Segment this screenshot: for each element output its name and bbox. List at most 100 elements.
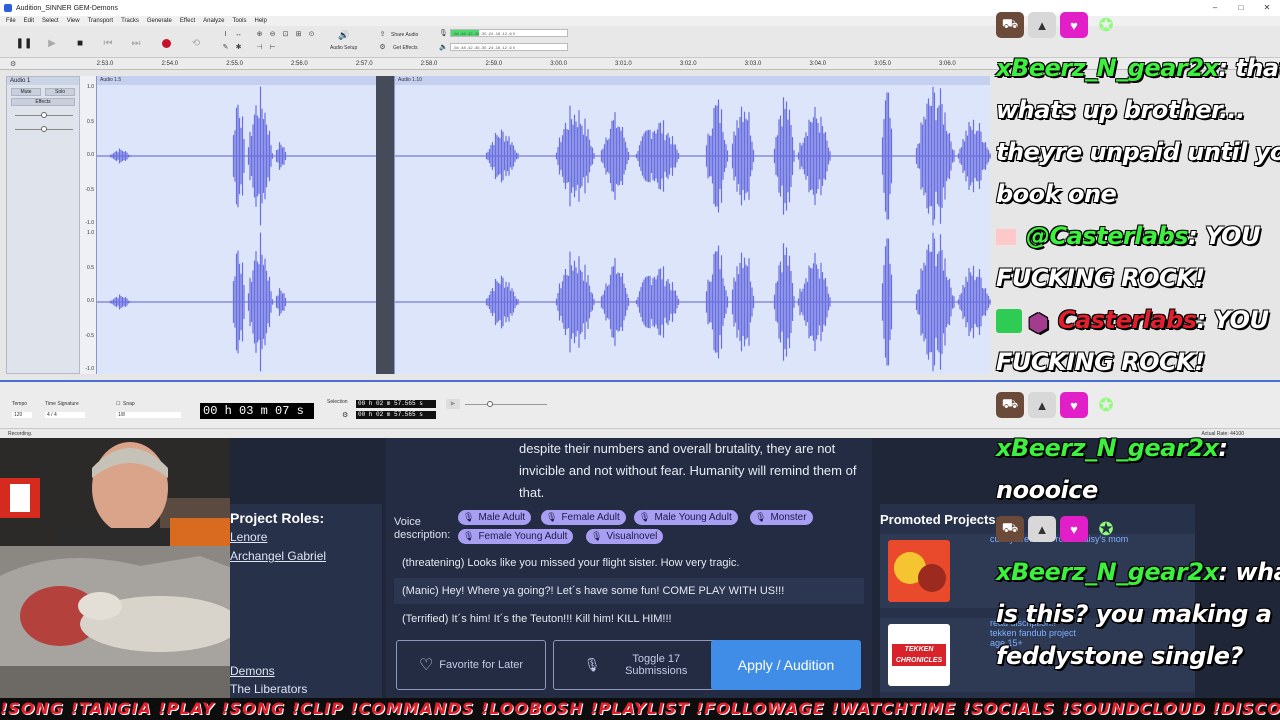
pause-icon: ❚❚: [15, 37, 33, 49]
toggle-submissions-button[interactable]: 🎙 Toggle 17 Submissions: [553, 640, 727, 690]
zoom-toggle-icon[interactable]: ⊙: [306, 29, 317, 40]
project-roles-panel: Project Roles: Lenore Archangel Gabriel …: [230, 504, 382, 700]
close-button[interactable]: ✕: [1254, 0, 1280, 16]
role-link-lenore[interactable]: Lenore: [230, 530, 267, 544]
tag-male-young-adult[interactable]: 🎙 Male Young Adult: [634, 510, 738, 525]
tag-male-adult[interactable]: 🎙 Male Adult: [458, 510, 532, 525]
menu-effect[interactable]: Effect: [180, 16, 195, 26]
envelope-tool-icon[interactable]: ↔: [233, 29, 244, 40]
silence-icon[interactable]: ⊢: [267, 42, 278, 53]
record-meter[interactable]: -54 -48 -42 -36 -30 -24 -18 -12 -6 0: [450, 29, 568, 37]
waveform-clip-1: [97, 86, 377, 372]
audio-clip-1[interactable]: Audio 1.5: [96, 76, 377, 374]
maximize-button[interactable]: □: [1228, 0, 1254, 16]
fit-selection-icon[interactable]: ⊡: [280, 29, 291, 40]
chat-line-1: xBeerz_N_gear2x: thats: [996, 54, 1280, 82]
skip-end-icon: ⏭: [131, 37, 141, 49]
mute-button[interactable]: Mute: [11, 88, 41, 96]
apply-audition-button[interactable]: Apply / Audition: [711, 640, 861, 690]
speaker-icon[interactable]: 🔊: [338, 30, 349, 41]
selection-end-field[interactable]: 00 h 02 m 57.565 s: [356, 411, 436, 419]
menu-file[interactable]: File: [6, 16, 16, 26]
menu-tracks[interactable]: Tracks: [121, 16, 139, 26]
track-control-panel[interactable]: Audio 1 Mute Solo Effects: [6, 76, 80, 374]
mic-icon: 🎙: [583, 657, 601, 672]
chat-badges-mid: ⛟ ▲ ♥ ✪: [996, 392, 1120, 418]
tempo-field[interactable]: 120: [12, 412, 33, 418]
role-link-demons[interactable]: Demons: [230, 664, 275, 678]
solo-button[interactable]: Solo: [45, 88, 75, 96]
play-speed-slider[interactable]: [465, 404, 547, 405]
tag-female-adult[interactable]: 🎙 Female Adult: [541, 510, 626, 525]
menu-analyze[interactable]: Analyze: [203, 16, 224, 26]
ticker-text: !SONG !TANGIA !PLAY !SONG !CLIP !COMMAND…: [0, 699, 1280, 718]
pan-slider-thumb[interactable]: [41, 126, 47, 132]
minimize-button[interactable]: –: [1202, 0, 1228, 16]
play-at-speed-button[interactable]: ▶: [446, 399, 460, 409]
play-button[interactable]: ▶: [40, 32, 64, 54]
chat-username: Casterlabs: [1058, 306, 1197, 334]
fit-project-icon[interactable]: ⊞: [293, 29, 304, 40]
effects-icon[interactable]: ⚙: [377, 42, 388, 53]
loop-button[interactable]: ⟲: [184, 32, 208, 54]
menu-tools[interactable]: Tools: [232, 16, 246, 26]
tag-label: Monster: [770, 512, 807, 523]
time-display[interactable]: 00 h 03 m 07 s: [200, 403, 314, 419]
triangle-icon: ▲: [1028, 516, 1056, 542]
role-link-gabriel[interactable]: Archangel Gabriel: [230, 549, 326, 563]
skip-start-button[interactable]: ⏮: [96, 32, 120, 54]
heart-gem-icon: ♥: [1060, 392, 1088, 418]
audio-setup-label[interactable]: Audio Setup: [330, 45, 357, 51]
app-icon: [4, 4, 12, 12]
twitch-icon: ✪: [1098, 518, 1114, 539]
record-button[interactable]: [154, 32, 178, 54]
zoom-in-icon[interactable]: ⊕: [254, 29, 265, 40]
trim-icon[interactable]: ⊣: [254, 42, 265, 53]
role-link-liberators[interactable]: The Liberators: [230, 682, 307, 696]
ruler-settings-icon[interactable]: ⚙: [10, 60, 16, 68]
selection-start-field[interactable]: 00 h 02 m 57.565 s: [356, 400, 436, 408]
share-icon[interactable]: ⇪: [377, 29, 388, 40]
tag-monster[interactable]: 🎙 Monster: [750, 510, 813, 525]
menu-transport[interactable]: Transport: [88, 16, 113, 26]
tag-female-young-adult[interactable]: 🎙 Female Young Adult: [458, 529, 574, 544]
sample-line-2: (Manic) Hey! Where ya going?! Let´s have…: [394, 578, 864, 604]
favorite-button[interactable]: ♡ Favorite for Later: [396, 640, 546, 690]
track-name[interactable]: Audio 1: [7, 77, 79, 85]
snap-select[interactable]: 1/8: [116, 412, 181, 418]
chat-line-8: FUCKING ROCK!: [996, 348, 1205, 376]
menu-help[interactable]: Help: [254, 16, 266, 26]
time-signature-field[interactable]: 4 / 4: [45, 412, 85, 418]
command-ticker: !SONG !TANGIA !PLAY !SONG !CLIP !COMMAND…: [0, 698, 1280, 720]
selection-settings-icon[interactable]: ⚙: [342, 411, 348, 419]
selection-label: Selection: [327, 399, 348, 405]
ruler-tick: 3:05.0: [874, 61, 891, 67]
skip-end-button[interactable]: ⏭: [124, 32, 148, 54]
effects-button[interactable]: Effects: [11, 98, 75, 106]
pause-button[interactable]: ❚❚: [12, 32, 36, 54]
snap-checkbox[interactable]: ☐: [116, 401, 120, 407]
playback-meter[interactable]: -54 -48 -42 -36 -30 -24 -18 -12 -6 0: [450, 43, 568, 51]
get-effects-button[interactable]: Get Effects: [393, 45, 418, 51]
share-audio-button[interactable]: Share Audio: [391, 32, 418, 38]
promo-thumbnail-1: [888, 540, 950, 602]
draw-tool-icon[interactable]: ✎: [220, 42, 231, 53]
audio-clip-2[interactable]: Audio 1.10: [394, 76, 991, 374]
triangle-icon: ▲: [1028, 12, 1056, 38]
menu-select[interactable]: Select: [42, 16, 59, 26]
stop-button[interactable]: ■: [68, 32, 92, 54]
scale-label: 0.5: [87, 265, 94, 271]
chat-badges-top: ⛟ ▲ ♥ ✪: [996, 12, 1120, 38]
menu-edit[interactable]: Edit: [24, 16, 34, 26]
select-tool-icon[interactable]: I: [220, 29, 231, 40]
zoom-out-icon[interactable]: ⊖: [267, 29, 278, 40]
gain-slider-thumb[interactable]: [41, 112, 47, 118]
menu-view[interactable]: View: [67, 16, 80, 26]
tag-visualnovel[interactable]: 🎙 Visualnovel: [586, 529, 664, 544]
mic-icon: 🎙: [463, 531, 475, 541]
menu-generate[interactable]: Generate: [147, 16, 172, 26]
chat-line-10: noooice: [996, 476, 1098, 504]
play-speed-thumb[interactable]: [487, 401, 493, 407]
multi-tool-icon[interactable]: ✱: [233, 42, 244, 53]
record-icon: [161, 38, 171, 48]
